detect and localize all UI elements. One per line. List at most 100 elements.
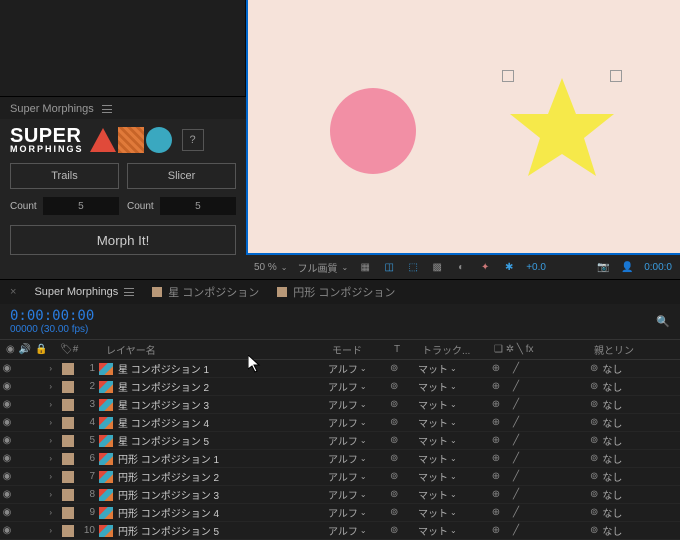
star-selection[interactable] xyxy=(502,70,622,190)
collapse-switch[interactable]: ╱ xyxy=(510,507,522,518)
preserve-transparency[interactable]: ⊚ xyxy=(390,435,418,446)
count-input-2[interactable]: 5 xyxy=(160,197,236,215)
visibility-toggle[interactable]: ◉ xyxy=(0,489,14,500)
layer-switches[interactable]: ⊕╱ xyxy=(490,489,590,500)
search-icon[interactable]: 🔍 xyxy=(656,315,670,328)
collapse-switch[interactable]: ╱ xyxy=(510,381,522,392)
preserve-transparency[interactable]: ⊚ xyxy=(390,489,418,500)
shy-switch[interactable]: ⊕ xyxy=(490,507,502,518)
panel-menu-icon[interactable] xyxy=(102,105,112,113)
mask-toggle-icon[interactable]: ◫ xyxy=(382,260,396,274)
pink-circle-shape[interactable] xyxy=(330,88,416,174)
count-input-1[interactable]: 5 xyxy=(43,197,119,215)
show-snapshot-icon[interactable]: 👤 xyxy=(620,260,634,274)
twirl-icon[interactable]: › xyxy=(49,418,52,427)
visibility-toggle[interactable]: ◉ xyxy=(0,381,14,392)
transparency-grid-icon[interactable]: ▩ xyxy=(430,260,444,274)
parent-link[interactable]: ⊚ なし xyxy=(590,415,680,430)
snapshot-icon[interactable]: 📷 xyxy=(596,260,610,274)
track-matte-dropdown[interactable]: マット ⌄ xyxy=(418,397,490,412)
preserve-transparency[interactable]: ⊚ xyxy=(390,525,418,536)
shy-switch[interactable]: ⊕ xyxy=(490,381,502,392)
help-button[interactable]: ? xyxy=(182,129,204,151)
blend-mode-dropdown[interactable]: アルフ ⌄ xyxy=(328,451,390,466)
visibility-toggle[interactable]: ◉ xyxy=(0,507,14,518)
layer-row[interactable]: ◉›6円形 コンポジション 1アルフ ⌄⊚マット ⌄⊕╱⊚ なし xyxy=(0,450,680,468)
shy-switch[interactable]: ⊕ xyxy=(490,525,502,536)
selection-handle-tr[interactable] xyxy=(610,70,622,82)
color-label[interactable] xyxy=(56,381,80,393)
preserve-transparency[interactable]: ⊚ xyxy=(390,363,418,374)
layer-name[interactable]: 円形 コンポジション 2 xyxy=(114,469,328,484)
layer-switches[interactable]: ⊕╱ xyxy=(490,453,590,464)
current-timecode[interactable]: 0:00:00:00 xyxy=(10,308,94,324)
shy-switch[interactable]: ⊕ xyxy=(490,417,502,428)
layer-switches[interactable]: ⊕╱ xyxy=(490,507,590,518)
tab-super-morphings[interactable]: Super Morphings xyxy=(34,286,134,298)
layer-switches[interactable]: ⊕╱ xyxy=(490,363,590,374)
track-matte-dropdown[interactable]: マット ⌄ xyxy=(418,361,490,376)
color-mgmt-icon[interactable]: ✦ xyxy=(478,260,492,274)
layer-name-header[interactable]: レイヤー名 xyxy=(102,342,332,357)
collapse-switch[interactable]: ╱ xyxy=(510,435,522,446)
color-label[interactable] xyxy=(56,525,80,537)
layer-row[interactable]: ◉›10円形 コンポジション 5アルフ ⌄⊚マット ⌄⊕╱⊚ なし xyxy=(0,522,680,540)
layer-row[interactable]: ◉›3星 コンポジション 3アルフ ⌄⊚マット ⌄⊕╱⊚ なし xyxy=(0,396,680,414)
collapse-switch[interactable]: ╱ xyxy=(510,453,522,464)
exposure-value[interactable]: +0.0 xyxy=(526,262,546,273)
twirl-icon[interactable]: › xyxy=(49,508,52,517)
trails-button[interactable]: Trails xyxy=(10,163,119,189)
track-matte-dropdown[interactable]: マット ⌄ xyxy=(418,487,490,502)
preview-time[interactable]: 0:00:0 xyxy=(644,262,672,273)
parent-link[interactable]: ⊚ なし xyxy=(590,487,680,502)
composition-viewer[interactable] xyxy=(246,0,680,255)
zoom-dropdown[interactable]: 50 %⌄ xyxy=(254,262,288,273)
blend-mode-dropdown[interactable]: アルフ ⌄ xyxy=(328,379,390,394)
color-label[interactable] xyxy=(56,399,80,411)
layer-row[interactable]: ◉›5星 コンポジション 5アルフ ⌄⊚マット ⌄⊕╱⊚ なし xyxy=(0,432,680,450)
collapse-switch[interactable]: ╱ xyxy=(510,363,522,374)
t-header[interactable]: T xyxy=(394,344,422,355)
parent-link[interactable]: ⊚ なし xyxy=(590,433,680,448)
layer-switches[interactable]: ⊕╱ xyxy=(490,417,590,428)
visibility-toggle[interactable]: ◉ xyxy=(0,435,14,446)
layer-switches[interactable]: ⊕╱ xyxy=(490,399,590,410)
track-matte-dropdown[interactable]: マット ⌄ xyxy=(418,451,490,466)
blend-mode-dropdown[interactable]: アルフ ⌄ xyxy=(328,487,390,502)
visibility-toggle[interactable]: ◉ xyxy=(0,471,14,482)
parent-link[interactable]: ⊚ なし xyxy=(590,523,680,538)
layer-name[interactable]: 星 コンポジション 2 xyxy=(114,379,328,394)
slicer-button[interactable]: Slicer xyxy=(127,163,236,189)
preserve-transparency[interactable]: ⊚ xyxy=(390,381,418,392)
parent-link[interactable]: ⊚ なし xyxy=(590,451,680,466)
layer-name[interactable]: 円形 コンポジション 5 xyxy=(114,523,328,538)
shy-switch[interactable]: ⊕ xyxy=(490,471,502,482)
lock-col-icon[interactable]: 🔒 xyxy=(35,344,47,355)
color-label[interactable] xyxy=(56,417,80,429)
blend-mode-dropdown[interactable]: アルフ ⌄ xyxy=(328,523,390,538)
track-matte-dropdown[interactable]: マット ⌄ xyxy=(418,505,490,520)
tab-star-comp[interactable]: 星 コンポジション xyxy=(152,284,259,300)
layer-name[interactable]: 星 コンポジション 4 xyxy=(114,415,328,430)
parent-link[interactable]: ⊚ なし xyxy=(590,379,680,394)
blend-mode-dropdown[interactable]: アルフ ⌄ xyxy=(328,469,390,484)
layer-row[interactable]: ◉›9円形 コンポジション 4アルフ ⌄⊚マット ⌄⊕╱⊚ なし xyxy=(0,504,680,522)
grid-icon[interactable]: ▦ xyxy=(358,260,372,274)
twirl-icon[interactable]: › xyxy=(49,490,52,499)
parent-link[interactable]: ⊚ なし xyxy=(590,397,680,412)
collapse-switch[interactable]: ╱ xyxy=(510,399,522,410)
track-matte-dropdown[interactable]: マット ⌄ xyxy=(418,415,490,430)
twirl-icon[interactable]: › xyxy=(49,382,52,391)
layer-row[interactable]: ◉›1星 コンポジション 1アルフ ⌄⊚マット ⌄⊕╱⊚ なし xyxy=(0,360,680,378)
color-label[interactable] xyxy=(56,471,80,483)
layer-row[interactable]: ◉›2星 コンポジション 2アルフ ⌄⊚マット ⌄⊕╱⊚ なし xyxy=(0,378,680,396)
layer-switches[interactable]: ⊕╱ xyxy=(490,471,590,482)
layer-switches[interactable]: ⊕╱ xyxy=(490,525,590,536)
parent-link[interactable]: ⊚ なし xyxy=(590,505,680,520)
layer-name[interactable]: 円形 コンポジション 1 xyxy=(114,451,328,466)
layer-name[interactable]: 円形 コンポジション 3 xyxy=(114,487,328,502)
visibility-toggle[interactable]: ◉ xyxy=(0,399,14,410)
blend-mode-dropdown[interactable]: アルフ ⌄ xyxy=(328,505,390,520)
shy-switch[interactable]: ⊕ xyxy=(490,435,502,446)
audio-col-icon[interactable]: 🔊 xyxy=(19,344,31,355)
